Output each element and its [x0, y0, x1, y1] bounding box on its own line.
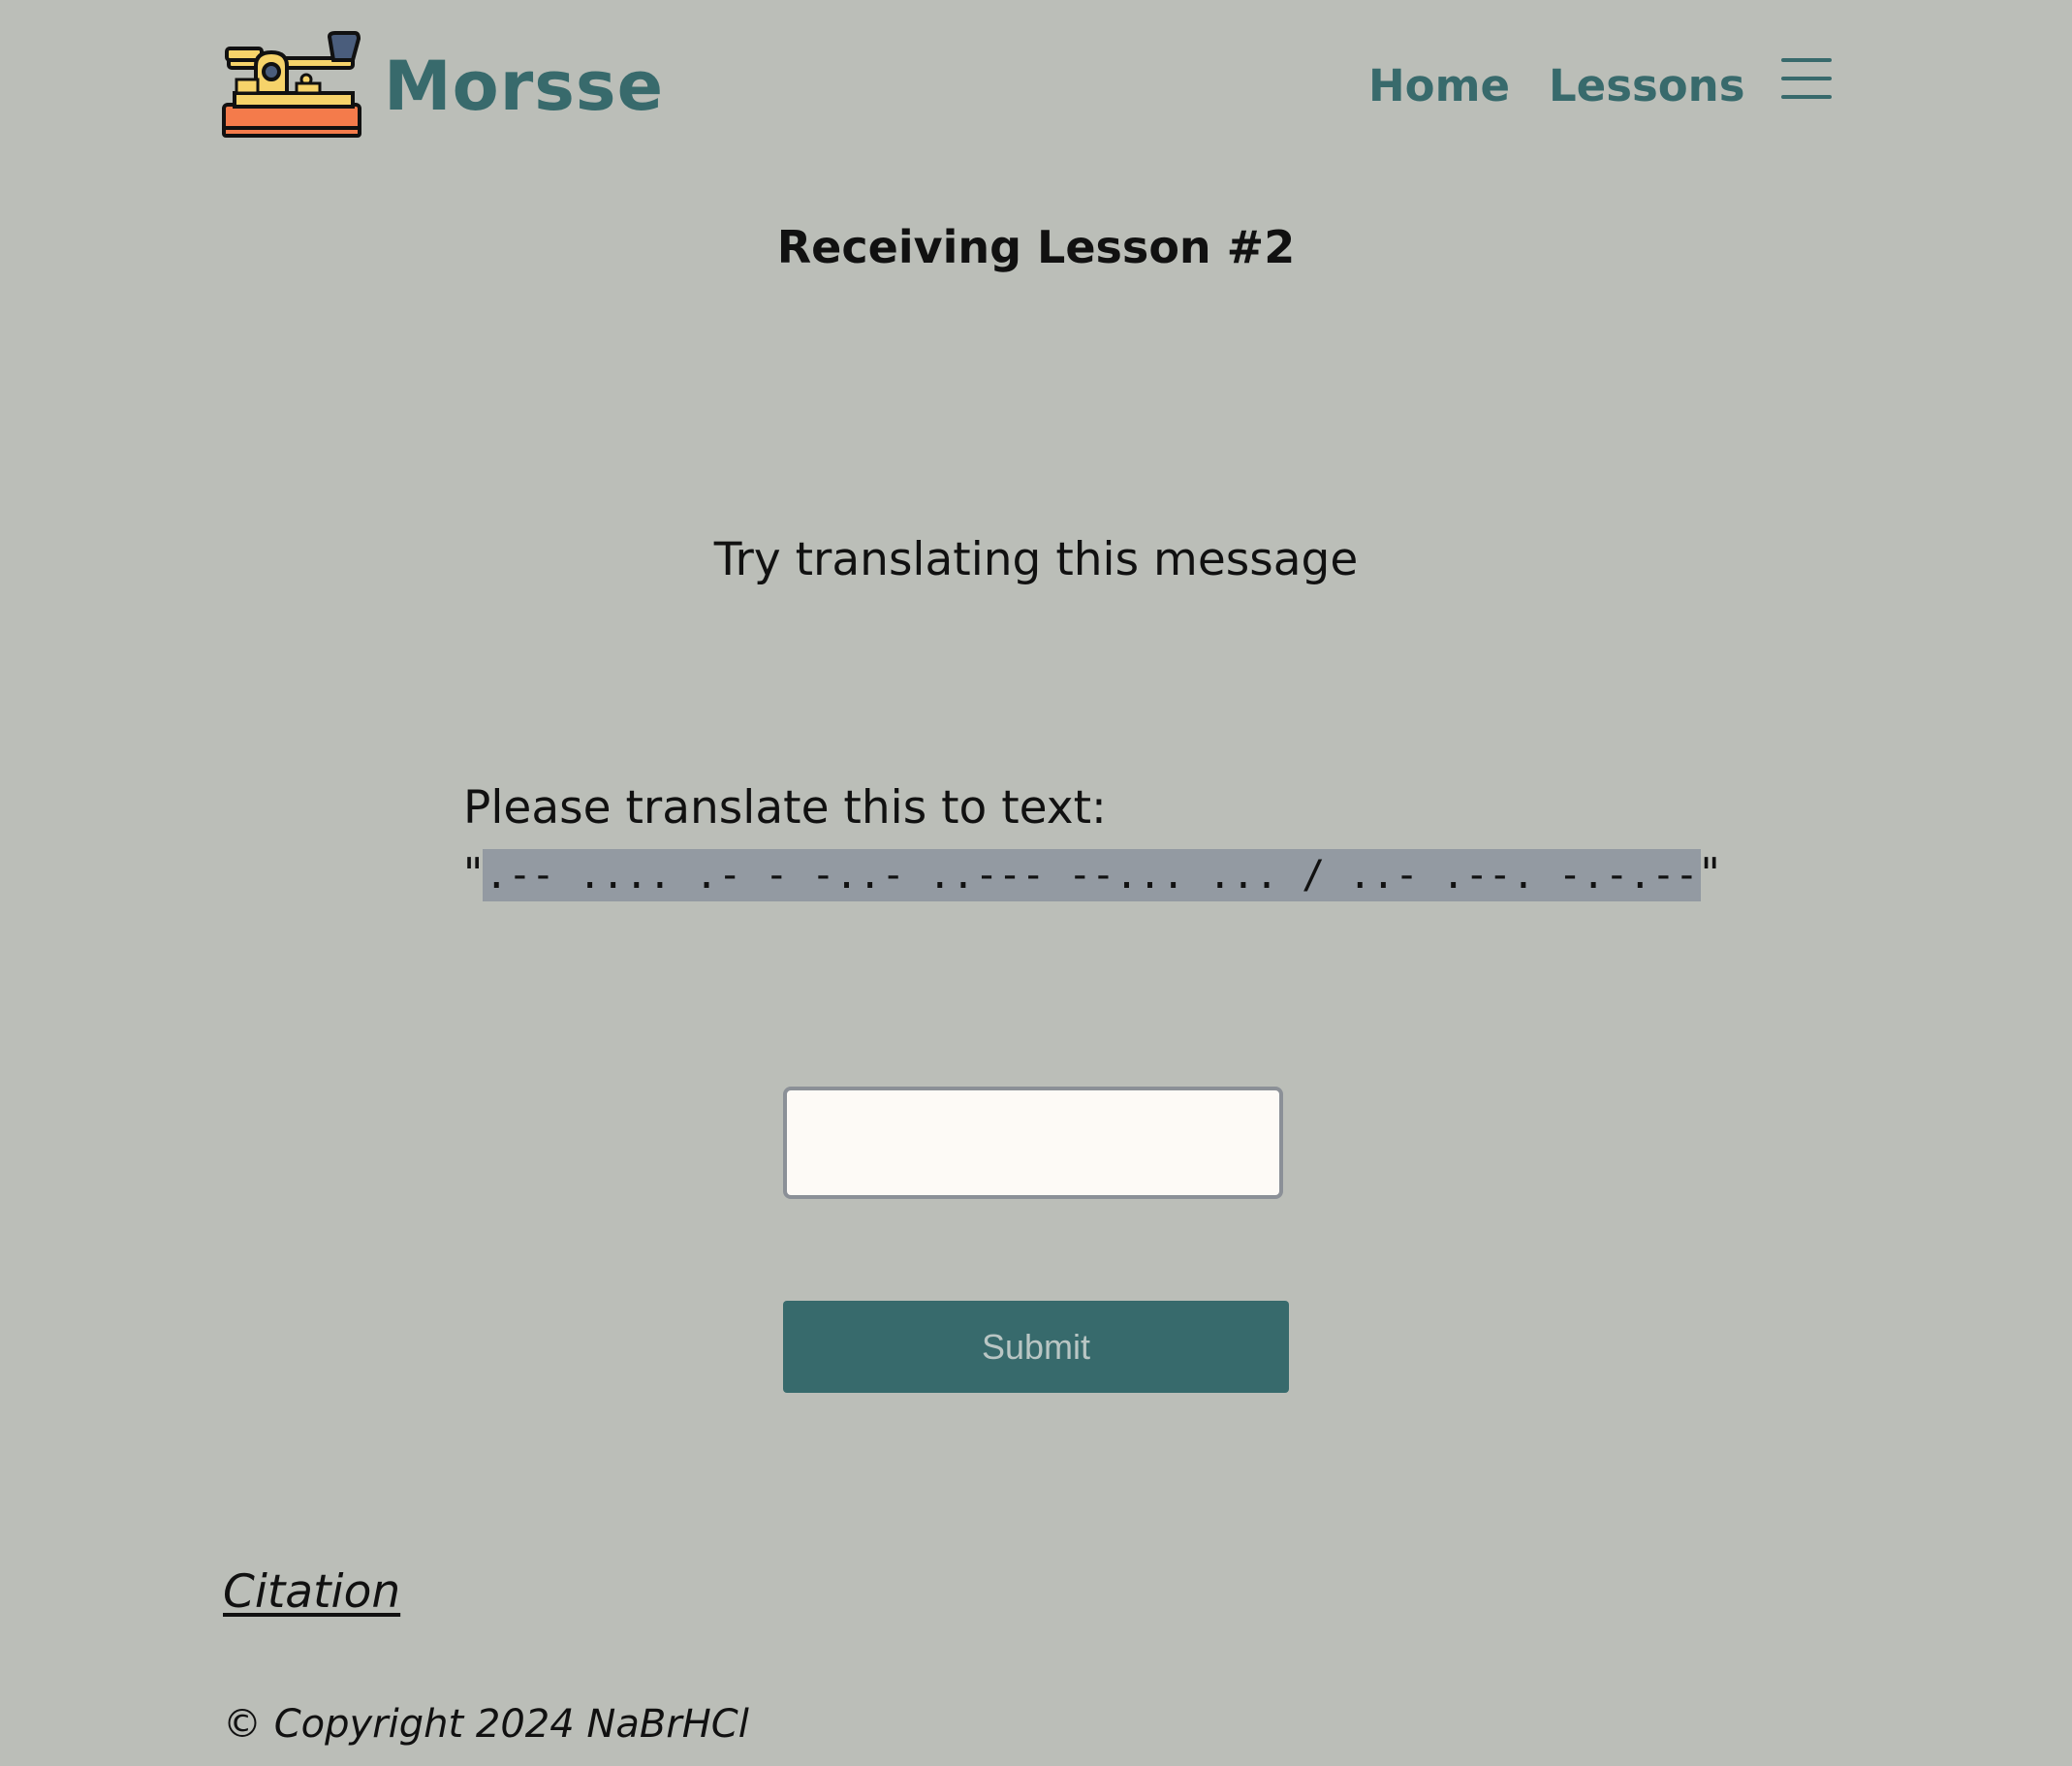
nav-home-link[interactable]: Home	[1368, 60, 1510, 111]
quote-open: "	[463, 849, 484, 899]
citation-link[interactable]: Citation	[223, 1565, 400, 1619]
quote-close: "	[1700, 849, 1720, 899]
morse-code-text: .-- .... .- - -..- ..--- --... ... / ..-…	[483, 849, 1701, 901]
site-header: Morsse Home Lessons	[0, 0, 2072, 165]
lesson-prompt: Try translating this message	[713, 533, 1359, 586]
brand-name[interactable]: Morsse	[384, 47, 664, 126]
telegraph-key-icon[interactable]	[221, 31, 362, 140]
morse-message: ".-- .... .- - -..- ..--- --... ... / ..…	[463, 849, 1720, 901]
page-title: Receiving Lesson #2	[776, 221, 1296, 273]
submit-button[interactable]: Submit	[783, 1301, 1289, 1393]
nav-lessons-link[interactable]: Lessons	[1549, 60, 1745, 111]
copyright-text: © Copyright 2024 NaBrHCl	[223, 1702, 749, 1747]
translate-instruction: Please translate this to text:	[463, 781, 1107, 835]
answer-input[interactable]	[783, 1087, 1283, 1199]
hamburger-menu-icon[interactable]	[1781, 56, 1832, 101]
